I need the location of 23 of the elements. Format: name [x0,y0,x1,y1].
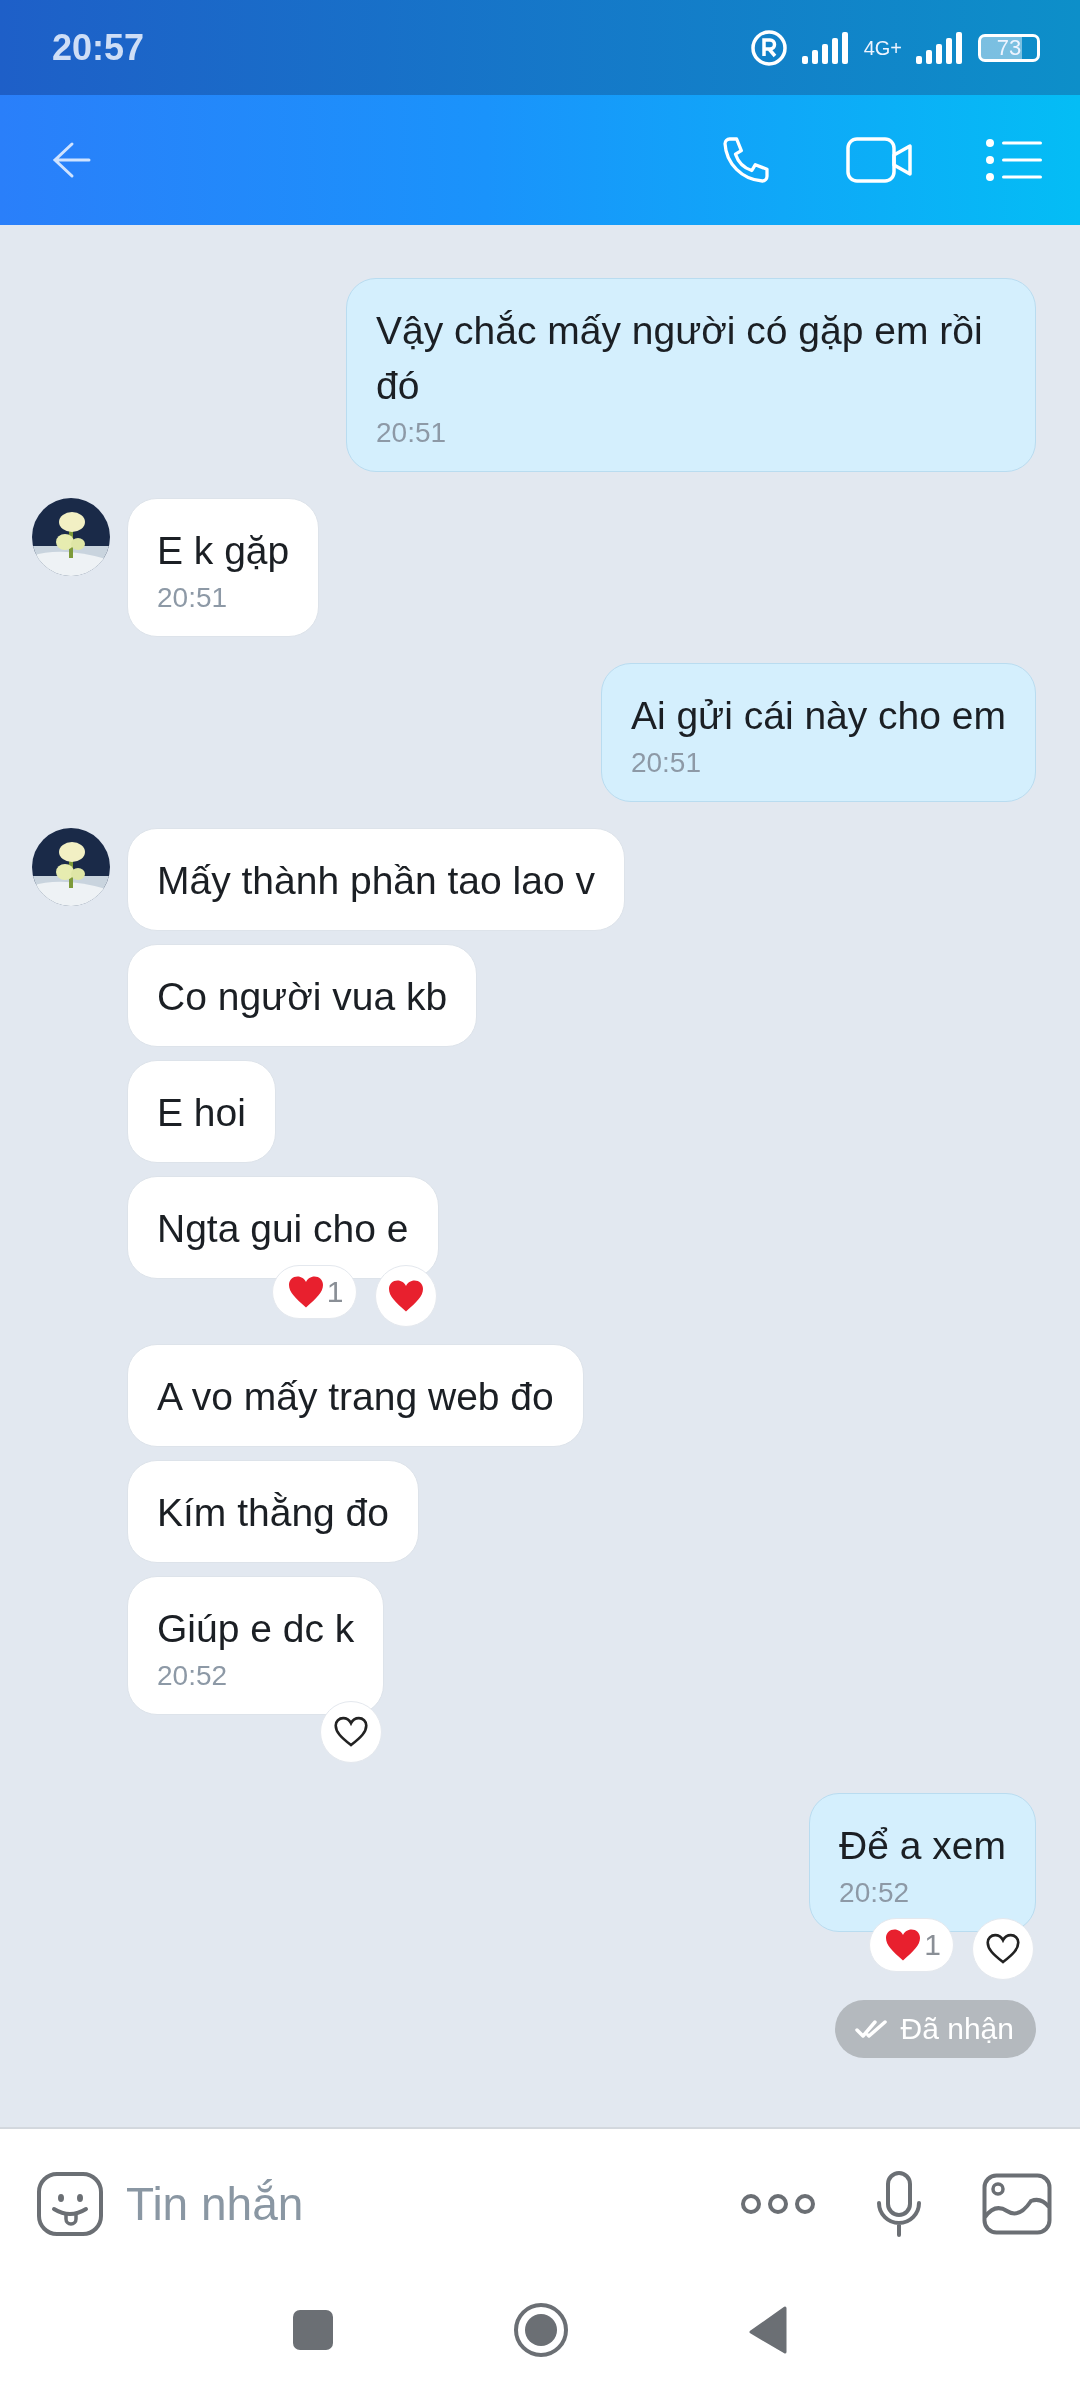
message-text: Co người vua kb [157,974,448,1020]
battery-indicator: 73 [978,33,1040,62]
message-text: Mấy thành phần tao lao v [157,858,595,904]
reaction-count[interactable]: 1 [869,1918,954,1972]
message-time: 20:51 [376,417,448,449]
reaction-count[interactable]: 1 [271,1265,357,1319]
message-text: A vo mấy trang web đo [157,1374,554,1420]
message-text: Giúp e dc k [157,1606,355,1652]
message-text: Ngta gui cho e [157,1206,409,1252]
message-field[interactable]: Tin nhắn [126,2177,718,2231]
message-text: E k gặp [157,528,290,574]
network-label: 4G+ [863,37,902,58]
message-time: 20:51 [157,582,229,614]
message-text: Kím thằng đo [157,1490,389,1536]
message-text: E hoi [157,1090,246,1136]
message-time: 20:52 [157,1660,229,1692]
receipt-text: Đã nhận [900,2012,1014,2046]
message-text: Để a xem [839,1823,1006,1869]
message-text: Ai gửi cái này cho em [630,693,1006,739]
message-text: Vậy chắc mấy người có gặp em rồi đó [376,308,984,409]
status-time: 20:57 [52,26,146,69]
message-time: 20:51 [630,747,702,779]
message-time: 20:52 [839,1877,911,1909]
